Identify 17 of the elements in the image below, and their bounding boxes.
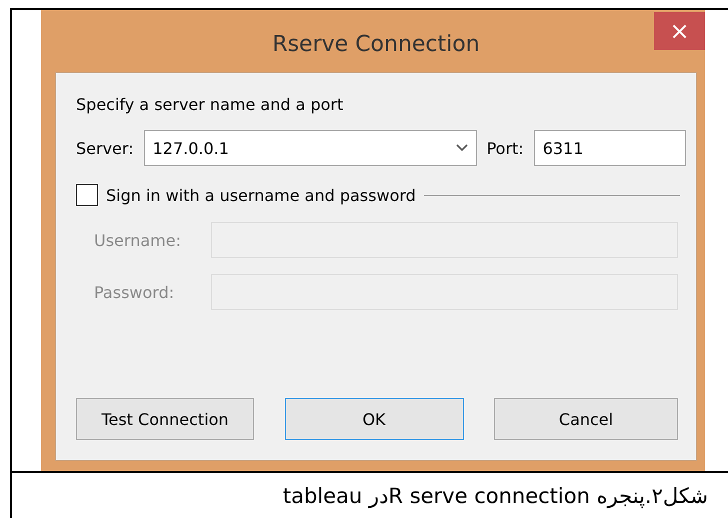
- window-title: Rserve Connection: [271, 32, 481, 57]
- credential-label: Password:: [94, 282, 176, 302]
- dialog-button[interactable]: OK: [284, 398, 464, 440]
- dialog-button[interactable]: Test Connection: [76, 398, 254, 440]
- server-value: 127.0.0.1: [152, 138, 229, 158]
- server-label: Server:: [76, 138, 134, 158]
- close-button[interactable]: ×: [654, 12, 705, 50]
- credential-label: Username:: [94, 230, 182, 250]
- server-dropdown[interactable]: 127.0.0.1: [144, 130, 477, 166]
- figure-caption: شکل۲.پنجره R serve connectionدر tableau: [282, 484, 708, 508]
- port-label: Port:: [486, 138, 524, 158]
- port-field[interactable]: 6311: [534, 130, 686, 166]
- sign-in-checkbox[interactable]: [76, 184, 98, 206]
- chevron-down-icon: [456, 144, 468, 152]
- dialog-button[interactable]: Cancel: [494, 398, 678, 440]
- group-label: Specify a server name and a port: [76, 95, 344, 114]
- sign-in-label: Sign in with a username and password: [106, 186, 416, 204]
